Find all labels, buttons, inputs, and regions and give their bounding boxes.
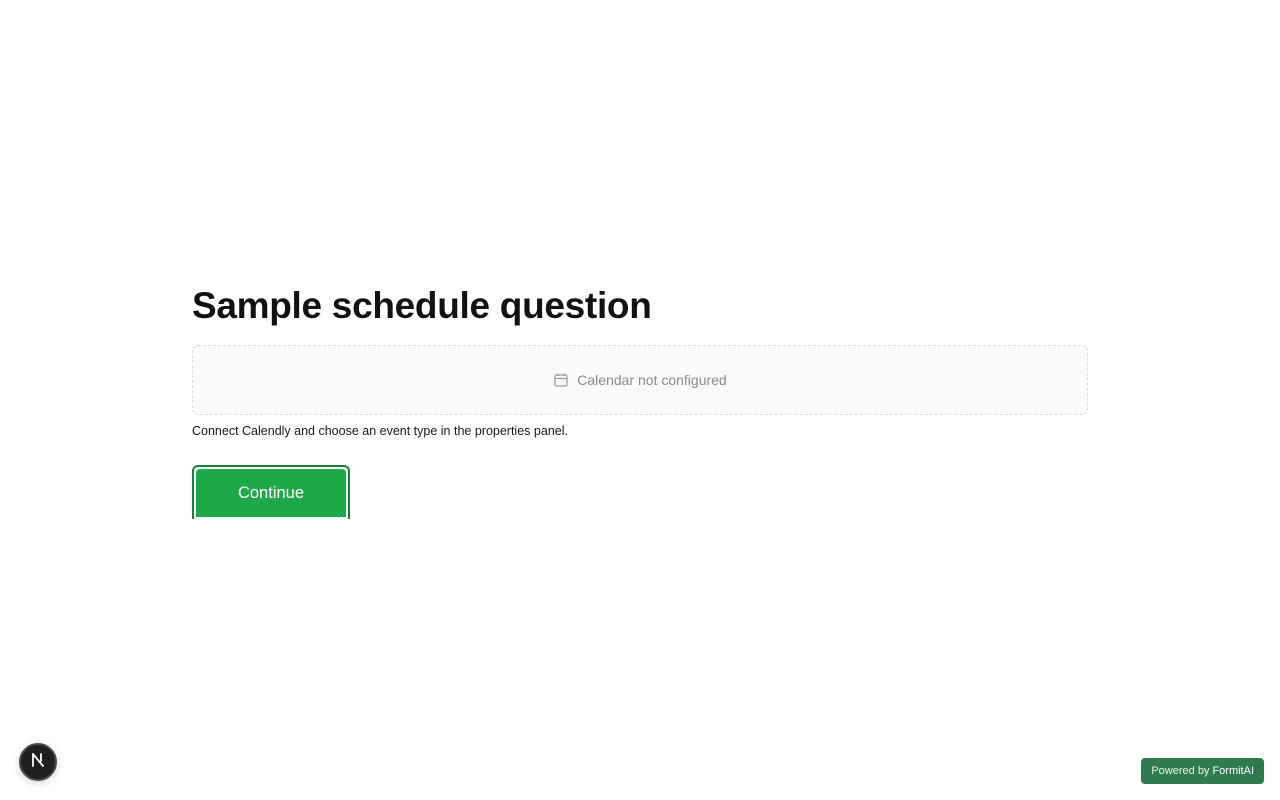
continue-button[interactable]: Continue bbox=[196, 469, 346, 517]
calendar-placeholder: Calendar not configured bbox=[192, 345, 1088, 415]
question-title: Sample schedule question bbox=[192, 285, 652, 326]
page: Sample schedule question Calendar not co… bbox=[0, 0, 1280, 800]
question-block: Sample schedule question Calendar not co… bbox=[192, 283, 1088, 519]
continue-focus-ring: Continue bbox=[192, 465, 350, 519]
calendar-status-text: Calendar not configured bbox=[577, 372, 727, 388]
powered-by-brand: FormitAI bbox=[1212, 765, 1254, 777]
n-logo-button[interactable] bbox=[19, 743, 57, 781]
helper-text: Connect Calendly and choose an event typ… bbox=[192, 424, 568, 438]
calendar-icon bbox=[553, 372, 569, 388]
powered-by-prefix: Powered by bbox=[1151, 765, 1210, 777]
powered-by-badge[interactable]: Powered by FormitAI bbox=[1141, 758, 1264, 784]
n-logo-icon bbox=[29, 751, 47, 774]
